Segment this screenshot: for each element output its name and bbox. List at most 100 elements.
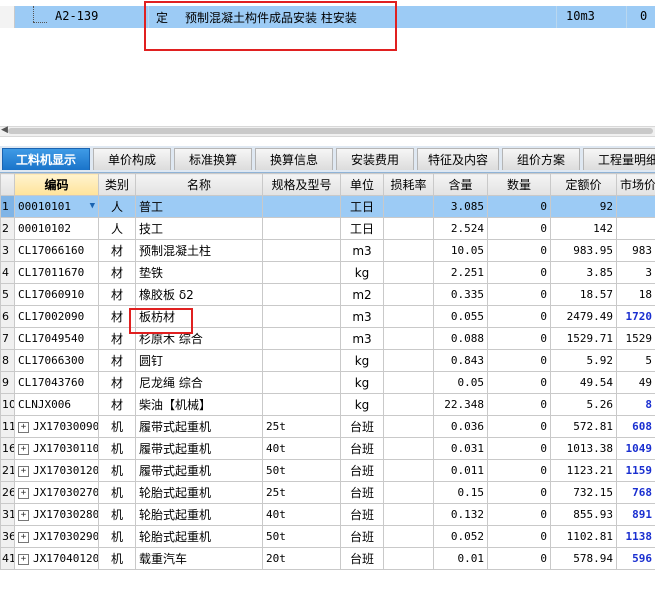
cell-loss-rate[interactable] <box>383 261 434 284</box>
cell-unit[interactable]: kg <box>340 349 384 372</box>
table-row[interactable]: 41 + JX17040120 机 载重汽车 20t 台班 0.01 0 578.94 596 <box>0 547 655 570</box>
tab-features-content[interactable]: 特征及内容 <box>417 148 499 170</box>
cell-quantity[interactable]: 0 <box>487 503 551 526</box>
cell-quantity[interactable]: 0 <box>487 327 551 350</box>
plus-box-icon[interactable]: + <box>18 531 29 543</box>
row-number[interactable]: 2 <box>0 217 15 240</box>
cell-code[interactable]: 00010101 ▼ <box>14 195 99 218</box>
header-loss-rate[interactable]: 损耗率 <box>383 173 434 196</box>
plus-box-icon[interactable]: + <box>18 443 29 455</box>
cell-name[interactable]: 橡胶板 δ2 <box>135 283 263 306</box>
cell-unit[interactable]: 台班 <box>340 437 384 460</box>
cell-content[interactable]: 0.088 <box>433 327 488 350</box>
cell-unit[interactable]: m2 <box>340 283 384 306</box>
cell-unit[interactable]: kg <box>340 371 384 394</box>
row-number[interactable]: 31 <box>0 503 15 526</box>
cell-quota-price[interactable]: 92 <box>550 195 617 218</box>
cell-category[interactable]: 材 <box>98 239 136 262</box>
cell-name[interactable]: 技工 <box>135 217 263 240</box>
table-row[interactable]: 16 + JX17030110 机 履带式起重机 40t 台班 0.031 0 1013.38 10… <box>0 437 655 460</box>
cell-code[interactable]: + JX17030110 <box>14 437 99 460</box>
row-number[interactable]: 16 <box>0 437 15 460</box>
cell-code[interactable]: CL17043760 <box>14 371 99 394</box>
cell-unit[interactable]: 台班 <box>340 547 384 570</box>
cell-loss-rate[interactable] <box>383 437 434 460</box>
cell-category[interactable]: 人 <box>98 217 136 240</box>
cell-category[interactable]: 材 <box>98 349 136 372</box>
cell-content[interactable]: 0.036 <box>433 415 488 438</box>
cell-name[interactable]: 杉原木 综合 <box>135 327 263 350</box>
cell-name[interactable]: 圆钉 <box>135 349 263 372</box>
cell-name[interactable]: 预制混凝土柱 <box>135 239 263 262</box>
cell-category[interactable]: 机 <box>98 481 136 504</box>
cell-content[interactable]: 0.843 <box>433 349 488 372</box>
cell-spec[interactable] <box>262 371 341 394</box>
cell-market-price[interactable]: 1159 <box>616 459 655 482</box>
cell-category[interactable]: 材 <box>98 393 136 416</box>
cell-market-price[interactable]: 1529 <box>616 327 655 350</box>
header-code[interactable]: 编码 <box>14 173 99 196</box>
table-row[interactable]: 5 CL17060910 材 橡胶板 δ2 m2 0.335 0 18.57 18 <box>0 283 655 306</box>
cell-quantity[interactable]: 0 <box>487 349 551 372</box>
cell-loss-rate[interactable] <box>383 305 434 328</box>
cell-name[interactable]: 普工 <box>135 195 263 218</box>
cell-unit[interactable]: 台班 <box>340 481 384 504</box>
cell-loss-rate[interactable] <box>383 217 434 240</box>
tab-installation-fees[interactable]: 安装费用 <box>336 148 414 170</box>
cell-spec[interactable] <box>262 261 341 284</box>
cell-quota-price[interactable]: 2479.49 <box>550 305 617 328</box>
cell-spec[interactable] <box>262 393 341 416</box>
cell-content[interactable]: 10.05 <box>433 239 488 262</box>
cell-category[interactable]: 材 <box>98 283 136 306</box>
cell-loss-rate[interactable] <box>383 393 434 416</box>
cell-market-price[interactable]: 1720 <box>616 305 655 328</box>
table-row[interactable]: 21 + JX17030120 机 履带式起重机 50t 台班 0.011 0 1123.21 11… <box>0 459 655 482</box>
table-row[interactable]: 7 CL17049540 材 杉原木 综合 m3 0.088 0 1529.71 1529 <box>0 327 655 350</box>
cell-spec[interactable]: 50t <box>262 525 341 548</box>
cell-name[interactable]: 板枋材 <box>135 305 263 328</box>
table-row[interactable]: 26 + JX17030270 机 轮胎式起重机 25t 台班 0.15 0 732.15 768 <box>0 481 655 504</box>
cell-name[interactable]: 载重汽车 <box>135 547 263 570</box>
cell-name[interactable]: 尼龙绳 综合 <box>135 371 263 394</box>
table-row[interactable]: 3 CL17066160 材 预制混凝土柱 m3 10.05 0 983.95 983 <box>0 239 655 262</box>
cell-content[interactable]: 0.031 <box>433 437 488 460</box>
cell-quota-price[interactable]: 142 <box>550 217 617 240</box>
cell-market-price[interactable] <box>616 217 655 240</box>
cell-code[interactable]: CL17060910 <box>14 283 99 306</box>
cell-content[interactable]: 0.05 <box>433 371 488 394</box>
tab-pricing-scheme[interactable]: 组价方案 <box>502 148 580 170</box>
cell-market-price[interactable]: 18 <box>616 283 655 306</box>
cell-content[interactable]: 0.15 <box>433 481 488 504</box>
header-unit[interactable]: 单位 <box>340 173 384 196</box>
row-number[interactable]: 7 <box>0 327 15 350</box>
cell-quota-price[interactable]: 1013.38 <box>550 437 617 460</box>
cell-category[interactable]: 材 <box>98 327 136 350</box>
cell-content[interactable]: 0.335 <box>433 283 488 306</box>
row-number[interactable]: 11 <box>0 415 15 438</box>
table-row[interactable]: 2 00010102 人 技工 工日 2.524 0 142 <box>0 217 655 240</box>
cell-content[interactable]: 22.348 <box>433 393 488 416</box>
cell-quota-price[interactable]: 49.54 <box>550 371 617 394</box>
cell-unit[interactable]: kg <box>340 393 384 416</box>
cell-category[interactable]: 机 <box>98 547 136 570</box>
plus-box-icon[interactable]: + <box>18 487 29 499</box>
cell-code[interactable]: + JX17030120 <box>14 459 99 482</box>
cell-quota-price[interactable]: 983.95 <box>550 239 617 262</box>
row-number[interactable]: 3 <box>0 239 15 262</box>
cell-market-price[interactable] <box>616 195 655 218</box>
cell-category[interactable]: 材 <box>98 261 136 284</box>
cell-code[interactable]: CL17002090 <box>14 305 99 328</box>
cell-code[interactable]: + JX17030270 <box>14 481 99 504</box>
cell-market-price[interactable]: 1049 <box>616 437 655 460</box>
cell-loss-rate[interactable] <box>383 239 434 262</box>
header-category[interactable]: 类别 <box>98 173 136 196</box>
cell-code[interactable]: CL17049540 <box>14 327 99 350</box>
cell-loss-rate[interactable] <box>383 459 434 482</box>
cell-content[interactable]: 2.524 <box>433 217 488 240</box>
cell-spec[interactable]: 50t <box>262 459 341 482</box>
cell-spec[interactable] <box>262 283 341 306</box>
cell-name[interactable]: 轮胎式起重机 <box>135 503 263 526</box>
cell-quantity[interactable]: 0 <box>487 371 551 394</box>
cell-code[interactable]: + JX17030280 <box>14 503 99 526</box>
cell-loss-rate[interactable] <box>383 503 434 526</box>
